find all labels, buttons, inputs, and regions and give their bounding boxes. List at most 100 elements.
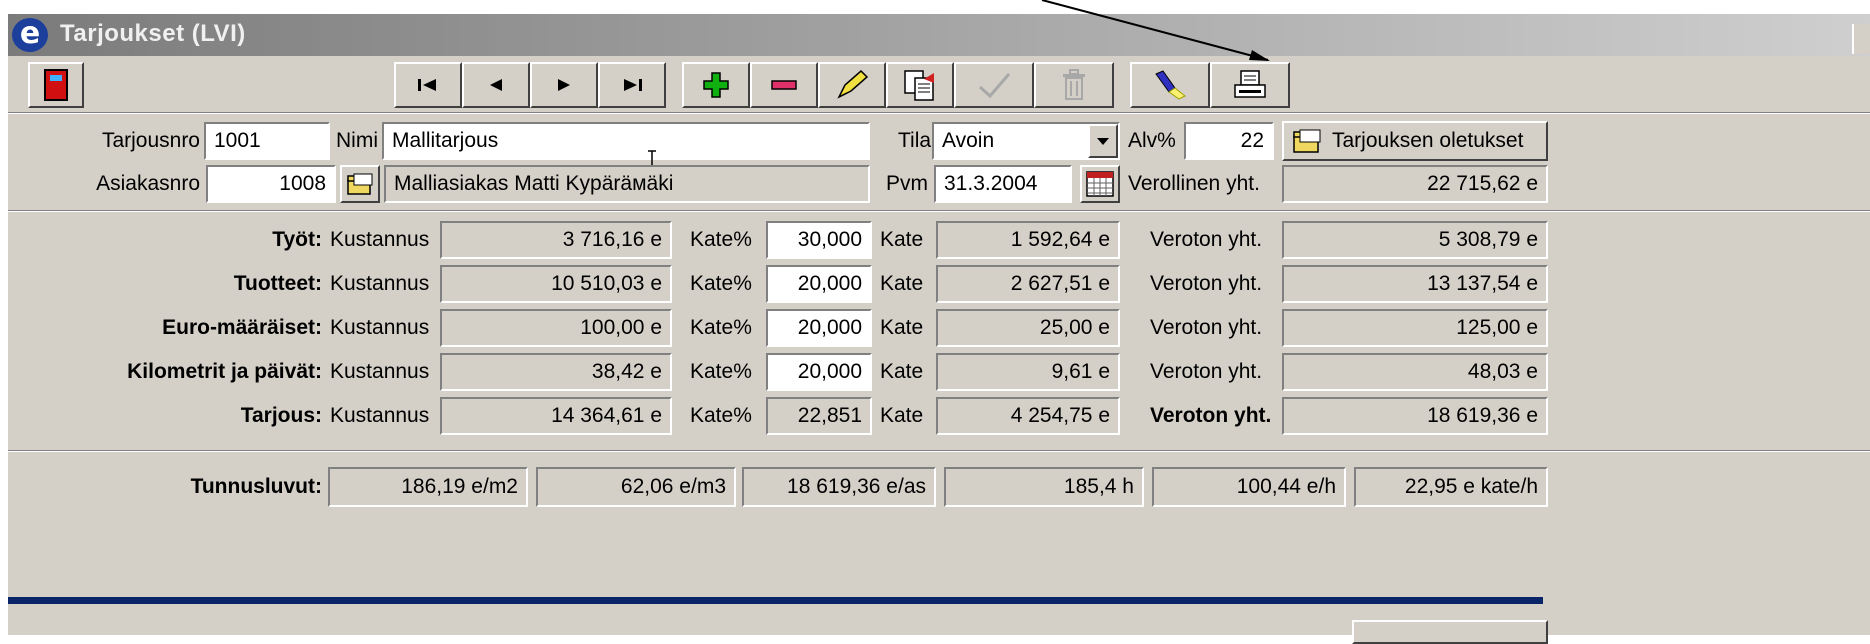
kate-value: 2 627,51 e [936, 265, 1120, 303]
metric-per-hour: 100,44 e/h [1152, 467, 1346, 507]
kate-pct-label: Kate% [690, 272, 752, 295]
asiakasnro-field[interactable]: 1008 [206, 165, 336, 203]
pvm-field[interactable]: 31.3.2004 [934, 165, 1072, 203]
tunnusluvut-label: Tunnusluvut: [190, 475, 322, 498]
previous-record-button[interactable] [462, 62, 530, 108]
copy-record-button[interactable] [886, 62, 954, 108]
customer-name-field: Malliasiakas Matti Kypäräмäki [384, 165, 870, 203]
customer-lookup-button[interactable] [340, 165, 380, 203]
verollinen-label: Verollinen yht. [1128, 172, 1260, 195]
tarjouksen-oletukset-button[interactable]: Tarjouksen oletukset [1282, 121, 1548, 161]
kate-value: 1 592,64 e [936, 221, 1120, 259]
row-label: Kilometrit ja päivät: [127, 360, 322, 383]
next-icon [558, 79, 570, 91]
kustannus-value: 14 364,61 e [440, 397, 672, 435]
metric-per-as: 18 619,36 e/as [742, 467, 936, 507]
alv-label: Alv% [1128, 129, 1176, 152]
printer-icon [1234, 70, 1266, 98]
kate-pct-label: Kate% [690, 360, 752, 383]
kate-pct-label: Kate% [690, 228, 752, 251]
last-icon [624, 79, 642, 91]
kate-value: 4 254,75 e [936, 397, 1120, 435]
plus-icon [703, 72, 729, 98]
delete-record-button[interactable] [750, 62, 818, 108]
minus-icon [771, 80, 797, 90]
tarjouksen-oletukset-label: Tarjouksen oletukset [1332, 129, 1524, 152]
confirm-button[interactable] [954, 62, 1034, 108]
header-separator [8, 210, 1870, 212]
tarjousnro-label: Tarjousnro [101, 129, 200, 152]
row-label: Tarjous: [240, 404, 322, 427]
metric-per-m3: 62,06 e/m3 [536, 467, 736, 507]
verollinen-value: 22 715,62 e [1282, 165, 1548, 203]
row-label: Euro-määräiset: [162, 316, 322, 339]
first-record-button[interactable] [394, 62, 462, 108]
kustannus-label: Kustannus [330, 228, 430, 251]
kate-value: 25,00 e [936, 309, 1120, 347]
kate-pct-field[interactable]: 20,000 [766, 265, 872, 303]
rows-separator [8, 450, 1870, 452]
folder-icon [1293, 129, 1321, 153]
tila-label: Tila [898, 129, 932, 152]
pencil-icon [837, 69, 869, 99]
alv-field[interactable]: 22 [1184, 122, 1274, 160]
pvm-label: Pvm [886, 172, 928, 195]
bottom-button[interactable] [1352, 620, 1548, 644]
metric-hours: 185,4 h [944, 467, 1144, 507]
kate-label: Kate [880, 272, 924, 295]
nimi-label: Nimi [336, 129, 378, 152]
kustannus-value: 38,42 e [440, 353, 672, 391]
calendar-button[interactable] [1080, 165, 1120, 203]
kate-label: Kate [880, 404, 924, 427]
kate-value: 9,61 e [936, 353, 1120, 391]
copy-document-icon [904, 70, 934, 101]
veroton-label: Veroton yht. [1150, 316, 1263, 339]
next-record-button[interactable] [530, 62, 598, 108]
veroton-value: 5 308,79 e [1282, 221, 1548, 259]
kustannus-label: Kustannus [330, 360, 430, 383]
kate-pct-label: Kate% [690, 404, 752, 427]
trash-icon [1063, 69, 1085, 100]
kate-pct-label: Kate% [690, 316, 752, 339]
exit-door-icon [44, 69, 68, 101]
folder-icon [347, 173, 373, 195]
kate-pct-field[interactable]: 30,000 [766, 221, 872, 259]
last-record-button[interactable] [598, 62, 666, 108]
exit-button[interactable] [28, 62, 84, 108]
veroton-label: Veroton yht. [1150, 228, 1263, 251]
kate-label: Kate [880, 228, 924, 251]
veroton-label: Veroton yht. [1150, 360, 1263, 383]
previous-icon [490, 79, 502, 91]
toolbar-separator [8, 112, 1870, 114]
add-record-button[interactable] [682, 62, 750, 108]
asiakasnro-label: Asiakasnro [96, 172, 200, 195]
veroton-label: Veroton yht. [1150, 404, 1272, 427]
row-label: Työt: [272, 228, 322, 251]
nimi-field[interactable]: Mallitarjous [382, 122, 870, 160]
veroton-label: Veroton yht. [1150, 272, 1263, 295]
kate-label: Kate [880, 316, 924, 339]
first-icon [418, 79, 436, 91]
search-button[interactable] [1130, 62, 1210, 108]
veroton-value: 48,03 e [1282, 353, 1548, 391]
kustannus-label: Kustannus [330, 272, 430, 295]
calendar-icon [1086, 171, 1114, 197]
metric-per-m2: 186,19 e/m2 [328, 467, 528, 507]
status-divider [8, 597, 1543, 604]
print-button[interactable] [1210, 62, 1290, 108]
tarjousnro-field[interactable]: 1001 [204, 122, 330, 160]
kustannus-value: 3 716,16 e [440, 221, 672, 259]
kate-label: Kate [880, 360, 924, 383]
chevron-down-icon [1097, 138, 1109, 145]
tila-dropdown-button[interactable] [1088, 124, 1118, 158]
flashlight-icon [1155, 70, 1186, 100]
kustannus-value: 10 510,03 e [440, 265, 672, 303]
edit-record-button[interactable] [818, 62, 886, 108]
kate-pct-field[interactable]: 20,000 [766, 353, 872, 391]
kate-pct-field[interactable]: 20,000 [766, 309, 872, 347]
row-label: Tuotteet: [233, 272, 322, 295]
veroton-value: 18 619,36 e [1282, 397, 1548, 435]
trash-button[interactable] [1034, 62, 1114, 108]
kustannus-label: Kustannus [330, 404, 430, 427]
kustannus-value: 100,00 e [440, 309, 672, 347]
